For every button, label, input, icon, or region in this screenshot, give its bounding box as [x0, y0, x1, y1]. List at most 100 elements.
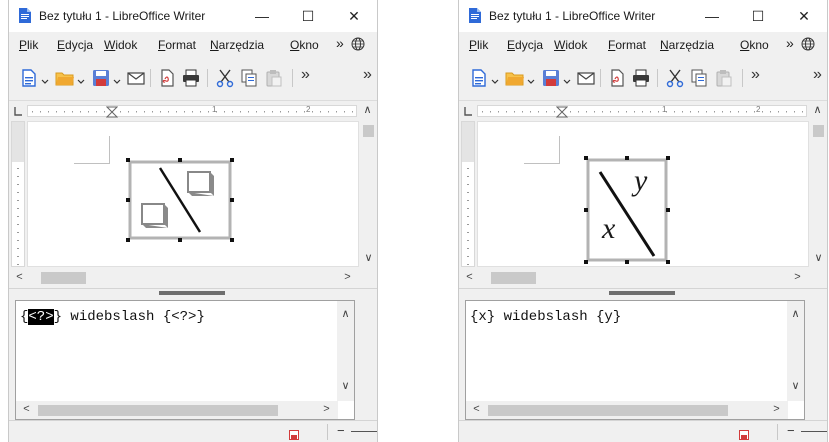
menu-item-format[interactable]: Format	[158, 38, 196, 52]
print-icon[interactable]	[181, 68, 201, 88]
new-document-icon[interactable]	[19, 68, 39, 88]
document-modified-icon[interactable]	[739, 427, 749, 440]
selection-handle[interactable]	[178, 158, 182, 162]
scrollbar-thumb[interactable]	[41, 272, 86, 284]
document-canvas[interactable]: xy	[477, 121, 809, 267]
selection-handle[interactable]	[230, 198, 234, 202]
menu-item-widok[interactable]: Widok	[104, 38, 137, 52]
scrollbar-thumb[interactable]	[813, 125, 824, 137]
scroll-right-arrow[interactable]: >	[318, 403, 335, 415]
formula-command-editor[interactable]: {<?>} widebslash {<?>} ∧ ∨ < >	[15, 300, 355, 420]
zoom-slider[interactable]	[351, 431, 377, 432]
paste-icon[interactable]	[714, 68, 734, 88]
chevron-down-icon[interactable]	[41, 73, 49, 84]
menu-item-edycja[interactable]: Edycja	[507, 38, 543, 52]
tab-stop-selector[interactable]	[12, 105, 24, 117]
command-vertical-scrollbar[interactable]: ∧ ∨	[787, 301, 804, 401]
chevron-down-icon[interactable]	[113, 73, 121, 84]
menu-item-okno[interactable]: Okno	[740, 38, 769, 52]
minimize-button[interactable]: —	[689, 0, 735, 32]
scrollbar-thumb[interactable]	[491, 272, 536, 284]
selection-handle[interactable]	[126, 238, 130, 242]
selection-handle[interactable]	[584, 260, 588, 264]
cut-icon[interactable]	[215, 68, 235, 88]
export-pdf-icon[interactable]	[157, 68, 177, 88]
zoom-slider[interactable]	[801, 431, 827, 432]
selection-handle[interactable]	[625, 260, 629, 264]
scroll-right-arrow[interactable]: >	[789, 271, 806, 283]
menu-item-plik[interactable]: Plik	[19, 38, 38, 52]
toolbar-overflow-button[interactable]: »	[751, 66, 760, 84]
selection-handle[interactable]	[584, 156, 588, 160]
save-icon[interactable]	[91, 68, 111, 88]
email-icon[interactable]	[576, 68, 596, 88]
selection-handle[interactable]	[126, 158, 130, 162]
copy-icon[interactable]	[689, 68, 709, 88]
selection-handle[interactable]	[178, 238, 182, 242]
toolbar-overflow-button-2[interactable]: »	[813, 66, 822, 84]
maximize-button[interactable]: ☐	[735, 0, 781, 32]
horizontal-ruler[interactable]: 12	[477, 105, 807, 118]
scroll-down-arrow[interactable]: ∨	[360, 251, 377, 264]
scroll-up-arrow[interactable]: ∧	[337, 307, 354, 320]
scroll-left-arrow[interactable]: <	[461, 271, 478, 283]
selection-handle[interactable]	[666, 260, 670, 264]
menu-item-format[interactable]: Format	[608, 38, 646, 52]
menu-item-widok[interactable]: Widok	[554, 38, 587, 52]
menu-item-edycja[interactable]: Edycja	[57, 38, 93, 52]
command-vertical-scrollbar[interactable]: ∧ ∨	[337, 301, 354, 401]
command-horizontal-scrollbar[interactable]: < >	[466, 401, 788, 419]
formula-command-text[interactable]: {<?>} widebslash {<?>}	[20, 309, 205, 325]
scroll-down-arrow[interactable]: ∨	[337, 379, 354, 392]
globe-icon[interactable]	[801, 37, 815, 51]
formula-object[interactable]	[126, 158, 234, 242]
open-folder-icon[interactable]	[505, 68, 525, 88]
chevron-down-icon[interactable]	[527, 73, 535, 84]
selection-handle[interactable]	[126, 198, 130, 202]
scroll-up-arrow[interactable]: ∧	[787, 307, 804, 320]
document-horizontal-scrollbar[interactable]: < >	[459, 268, 811, 288]
scroll-left-arrow[interactable]: <	[18, 403, 35, 415]
document-vertical-scrollbar[interactable]: ∨	[810, 121, 827, 268]
scroll-left-arrow[interactable]: <	[468, 403, 485, 415]
selection-handle[interactable]	[625, 156, 629, 160]
chevron-down-icon[interactable]	[563, 73, 571, 84]
document-canvas[interactable]	[27, 121, 359, 267]
vertical-ruler[interactable]	[461, 121, 475, 267]
email-icon[interactable]	[126, 68, 146, 88]
minimize-button[interactable]: —	[239, 0, 285, 32]
document-horizontal-scrollbar[interactable]: < >	[9, 268, 361, 288]
export-pdf-icon[interactable]	[607, 68, 627, 88]
panel-splitter[interactable]	[459, 288, 827, 296]
tab-stop-selector[interactable]	[462, 105, 474, 117]
formula-command-editor[interactable]: {x} widebslash {y} ∧ ∨ < >	[465, 300, 805, 420]
print-icon[interactable]	[631, 68, 651, 88]
scroll-right-arrow[interactable]: >	[339, 271, 356, 283]
panel-splitter[interactable]	[9, 288, 377, 296]
zoom-out-button[interactable]: −	[337, 423, 345, 438]
zoom-out-button[interactable]: −	[787, 423, 795, 438]
scrollbar-thumb[interactable]	[363, 125, 374, 137]
menu-item-okno[interactable]: Okno	[290, 38, 319, 52]
close-button[interactable]: ✕	[781, 0, 827, 32]
cut-icon[interactable]	[665, 68, 685, 88]
scroll-left-arrow[interactable]: <	[11, 271, 28, 283]
scroll-right-arrow[interactable]: >	[768, 403, 785, 415]
menu-overflow-button[interactable]: »	[336, 35, 344, 51]
document-modified-icon[interactable]	[289, 427, 299, 440]
close-button[interactable]: ✕	[331, 0, 377, 32]
document-vertical-scrollbar[interactable]: ∨	[360, 121, 377, 268]
scroll-up-arrow[interactable]: ∧	[359, 103, 376, 116]
vertical-ruler[interactable]	[11, 121, 25, 267]
toolbar-overflow-button[interactable]: »	[301, 66, 310, 84]
chevron-down-icon[interactable]	[491, 73, 499, 84]
formula-object[interactable]: xy	[584, 156, 670, 264]
scroll-up-arrow[interactable]: ∧	[809, 103, 826, 116]
save-icon[interactable]	[541, 68, 561, 88]
selection-handle[interactable]	[666, 208, 670, 212]
open-folder-icon[interactable]	[55, 68, 75, 88]
menu-item-plik[interactable]: Plik	[469, 38, 488, 52]
selection-handle[interactable]	[666, 156, 670, 160]
splitter-handle[interactable]	[159, 291, 225, 295]
formula-command-text[interactable]: {x} widebslash {y}	[470, 309, 621, 325]
